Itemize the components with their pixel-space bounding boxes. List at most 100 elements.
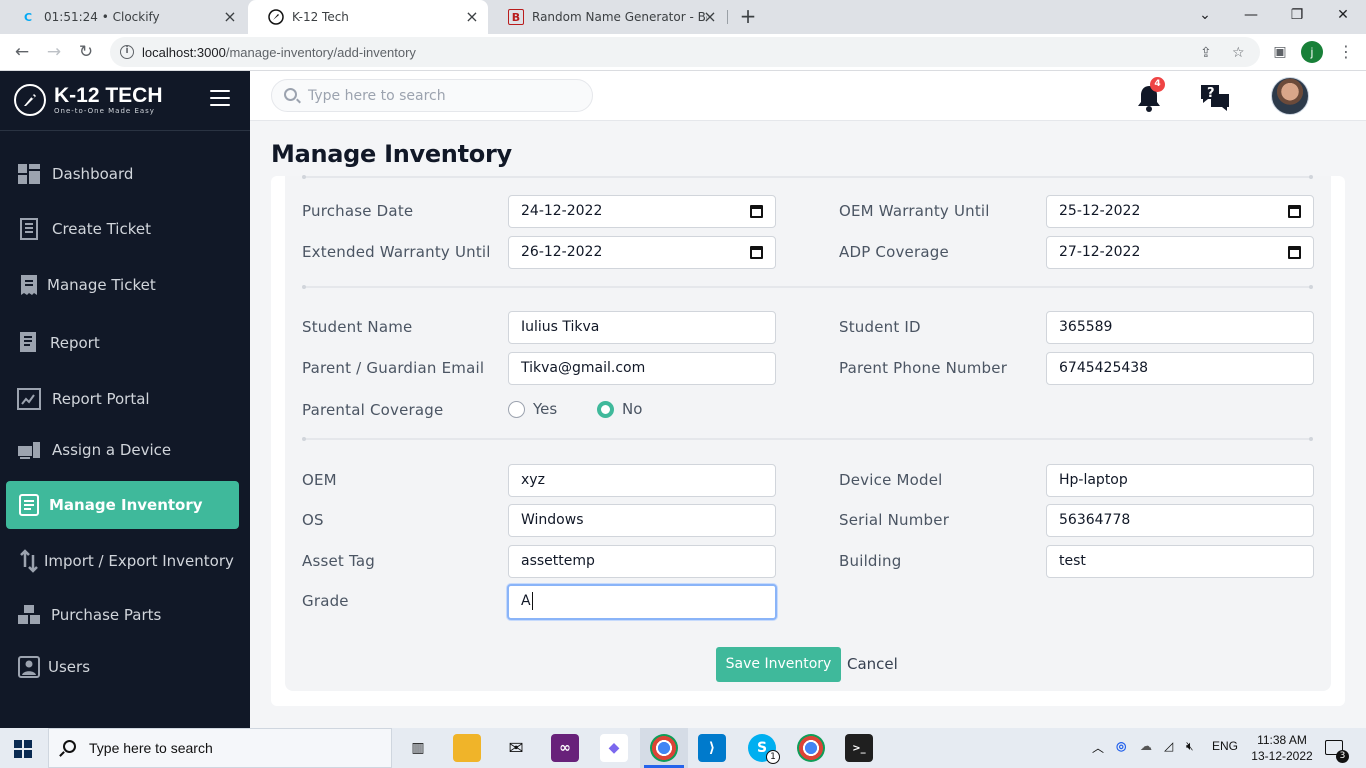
- os-label: OS: [302, 511, 324, 529]
- asset-tag-field[interactable]: assettemp: [508, 545, 776, 578]
- help-chat-icon[interactable]: ?: [1199, 82, 1231, 112]
- brand-logo[interactable]: K-12 TECH One-to-One Made Easy: [14, 84, 163, 116]
- sidebar-item-create-ticket[interactable]: Create Ticket: [6, 205, 239, 253]
- oem-field[interactable]: xyz: [508, 464, 776, 497]
- purchase-date-field[interactable]: 24-12-2022: [508, 195, 776, 228]
- profile-avatar[interactable]: j: [1301, 41, 1323, 63]
- tray-chevron-icon[interactable]: ︿: [1092, 739, 1104, 756]
- parental-coverage-label: Parental Coverage: [302, 401, 444, 419]
- taskbar-clock[interactable]: 11:38 AM 13-12-2022: [1250, 732, 1314, 764]
- parent-email-field[interactable]: Tikva@gmail.com: [508, 352, 776, 385]
- tab-search-icon[interactable]: ⌄: [1182, 0, 1228, 30]
- sidebar-item-manage-ticket[interactable]: Manage Ticket: [6, 261, 239, 309]
- address-bar[interactable]: i localhost:3000/manage-inventory/add-in…: [110, 37, 1260, 67]
- app-search-input[interactable]: Type here to search: [271, 79, 593, 112]
- parental-coverage-yes-radio[interactable]: Yes: [508, 400, 557, 418]
- building-field[interactable]: test: [1046, 545, 1314, 578]
- terminal-icon[interactable]: >_: [845, 734, 873, 762]
- volume-icon[interactable]: 🔇︎: [1186, 739, 1194, 754]
- radio-label: Yes: [533, 400, 558, 418]
- parent-email-label: Parent / Guardian Email: [302, 359, 485, 377]
- parental-coverage-no-radio[interactable]: No: [597, 400, 642, 418]
- browser-tab-random-name[interactable]: B Random Name Generator - Behin ×: [488, 0, 726, 34]
- oem-label: OEM: [302, 471, 337, 489]
- sidebar-item-import-export[interactable]: Import / Export Inventory: [6, 537, 239, 585]
- side-panel-icon[interactable]: ▣: [1268, 40, 1292, 64]
- import-export-icon: [16, 548, 42, 574]
- forward-button[interactable]: →: [42, 40, 66, 64]
- browser-tab-k12[interactable]: K-12 Tech ×: [248, 0, 488, 34]
- save-inventory-button[interactable]: Save Inventory: [716, 647, 841, 682]
- radio-circle[interactable]: [508, 400, 525, 418]
- student-id-field[interactable]: 365589: [1046, 311, 1314, 344]
- visual-studio-icon[interactable]: ∞: [551, 734, 579, 762]
- chrome-icon[interactable]: [650, 734, 678, 762]
- purchase-parts-icon: [16, 602, 42, 628]
- grade-label: Grade: [302, 592, 349, 610]
- new-tab-button[interactable]: +: [737, 5, 759, 27]
- extended-warranty-field[interactable]: 26-12-2022: [508, 236, 776, 269]
- sidebar-item-users[interactable]: Users: [6, 643, 239, 691]
- tray-app-icon[interactable]: ◎: [1116, 739, 1126, 753]
- parent-phone-field[interactable]: 6745425438: [1046, 352, 1314, 385]
- browser-menu-icon[interactable]: ⋮: [1334, 40, 1358, 64]
- share-icon[interactable]: ⇪: [1200, 45, 1212, 61]
- sidebar-item-manage-inventory[interactable]: Manage Inventory: [6, 481, 239, 529]
- device-model-field[interactable]: Hp-laptop: [1046, 464, 1314, 497]
- chrome-profile-icon[interactable]: [797, 734, 825, 762]
- radio-circle-selected[interactable]: [597, 400, 614, 418]
- close-tab-icon[interactable]: ×: [702, 9, 718, 25]
- sidebar-item-purchase-parts[interactable]: Purchase Parts: [6, 591, 239, 639]
- user-avatar[interactable]: [1271, 77, 1309, 115]
- calendar-icon[interactable]: [1288, 246, 1301, 259]
- student-name-field[interactable]: Iulius Tikva: [508, 311, 776, 344]
- calendar-icon[interactable]: [750, 246, 763, 259]
- sidebar-item-label: Users: [48, 658, 91, 676]
- search-icon: [63, 740, 76, 753]
- action-center-badge: 3: [1336, 750, 1349, 763]
- task-view-icon[interactable]: ▥: [404, 734, 432, 762]
- clockify-icon: C: [23, 10, 33, 24]
- back-button[interactable]: ←: [10, 40, 34, 64]
- manage-ticket-icon: [16, 272, 42, 298]
- windows-start-icon[interactable]: [14, 740, 32, 758]
- device-model-label: Device Model: [839, 471, 943, 489]
- site-info-icon[interactable]: i: [120, 45, 134, 59]
- restore-button[interactable]: ❐: [1274, 0, 1320, 30]
- grade-field[interactable]: A: [507, 584, 777, 620]
- network-icon[interactable]: ◿: [1164, 739, 1173, 753]
- close-tab-icon[interactable]: ×: [222, 9, 238, 25]
- close-window-button[interactable]: ✕: [1320, 0, 1366, 30]
- parent-phone-label: Parent Phone Number: [839, 359, 1008, 377]
- file-explorer-icon[interactable]: [453, 734, 481, 762]
- taskbar-search-input[interactable]: Type here to search: [48, 728, 392, 768]
- serial-number-field[interactable]: 56364778: [1046, 504, 1314, 537]
- sidebar-item-report[interactable]: Report: [6, 319, 239, 367]
- browser-tab-clockify[interactable]: C 01:51:24 • Clockify ×: [0, 0, 246, 34]
- close-tab-icon[interactable]: ×: [464, 9, 480, 25]
- cancel-button[interactable]: Cancel: [847, 655, 898, 673]
- calendar-icon[interactable]: [750, 205, 763, 218]
- vscode-icon[interactable]: ⟩: [698, 734, 726, 762]
- sidebar-item-report-portal[interactable]: Report Portal: [6, 375, 239, 423]
- clock-date: 13-12-2022: [1251, 749, 1313, 763]
- sidebar-item-label: Import / Export Inventory: [44, 552, 234, 570]
- search-placeholder: Type here to search: [308, 88, 446, 104]
- adp-coverage-field[interactable]: 27-12-2022: [1046, 236, 1314, 269]
- menu-toggle-icon[interactable]: [210, 90, 230, 106]
- oem-warranty-field[interactable]: 25-12-2022: [1046, 195, 1314, 228]
- tab-title: 01:51:24 • Clockify: [44, 10, 160, 24]
- calendar-icon[interactable]: [1288, 205, 1301, 218]
- create-ticket-icon: [16, 216, 42, 242]
- language-indicator[interactable]: ENG: [1212, 739, 1238, 753]
- sidebar-item-dashboard[interactable]: Dashboard: [6, 150, 239, 198]
- reload-button[interactable]: ↻: [74, 40, 98, 64]
- sidebar-item-assign-device[interactable]: Assign a Device: [6, 426, 239, 474]
- bookmark-star-icon[interactable]: ☆: [1232, 45, 1245, 61]
- os-field[interactable]: Windows: [508, 504, 776, 537]
- onedrive-icon[interactable]: ☁: [1140, 739, 1152, 753]
- minimize-button[interactable]: —: [1228, 0, 1274, 30]
- mail-icon[interactable]: ✉: [502, 734, 530, 762]
- clickup-icon[interactable]: ◆: [600, 734, 628, 762]
- page-title: Manage Inventory: [271, 140, 512, 168]
